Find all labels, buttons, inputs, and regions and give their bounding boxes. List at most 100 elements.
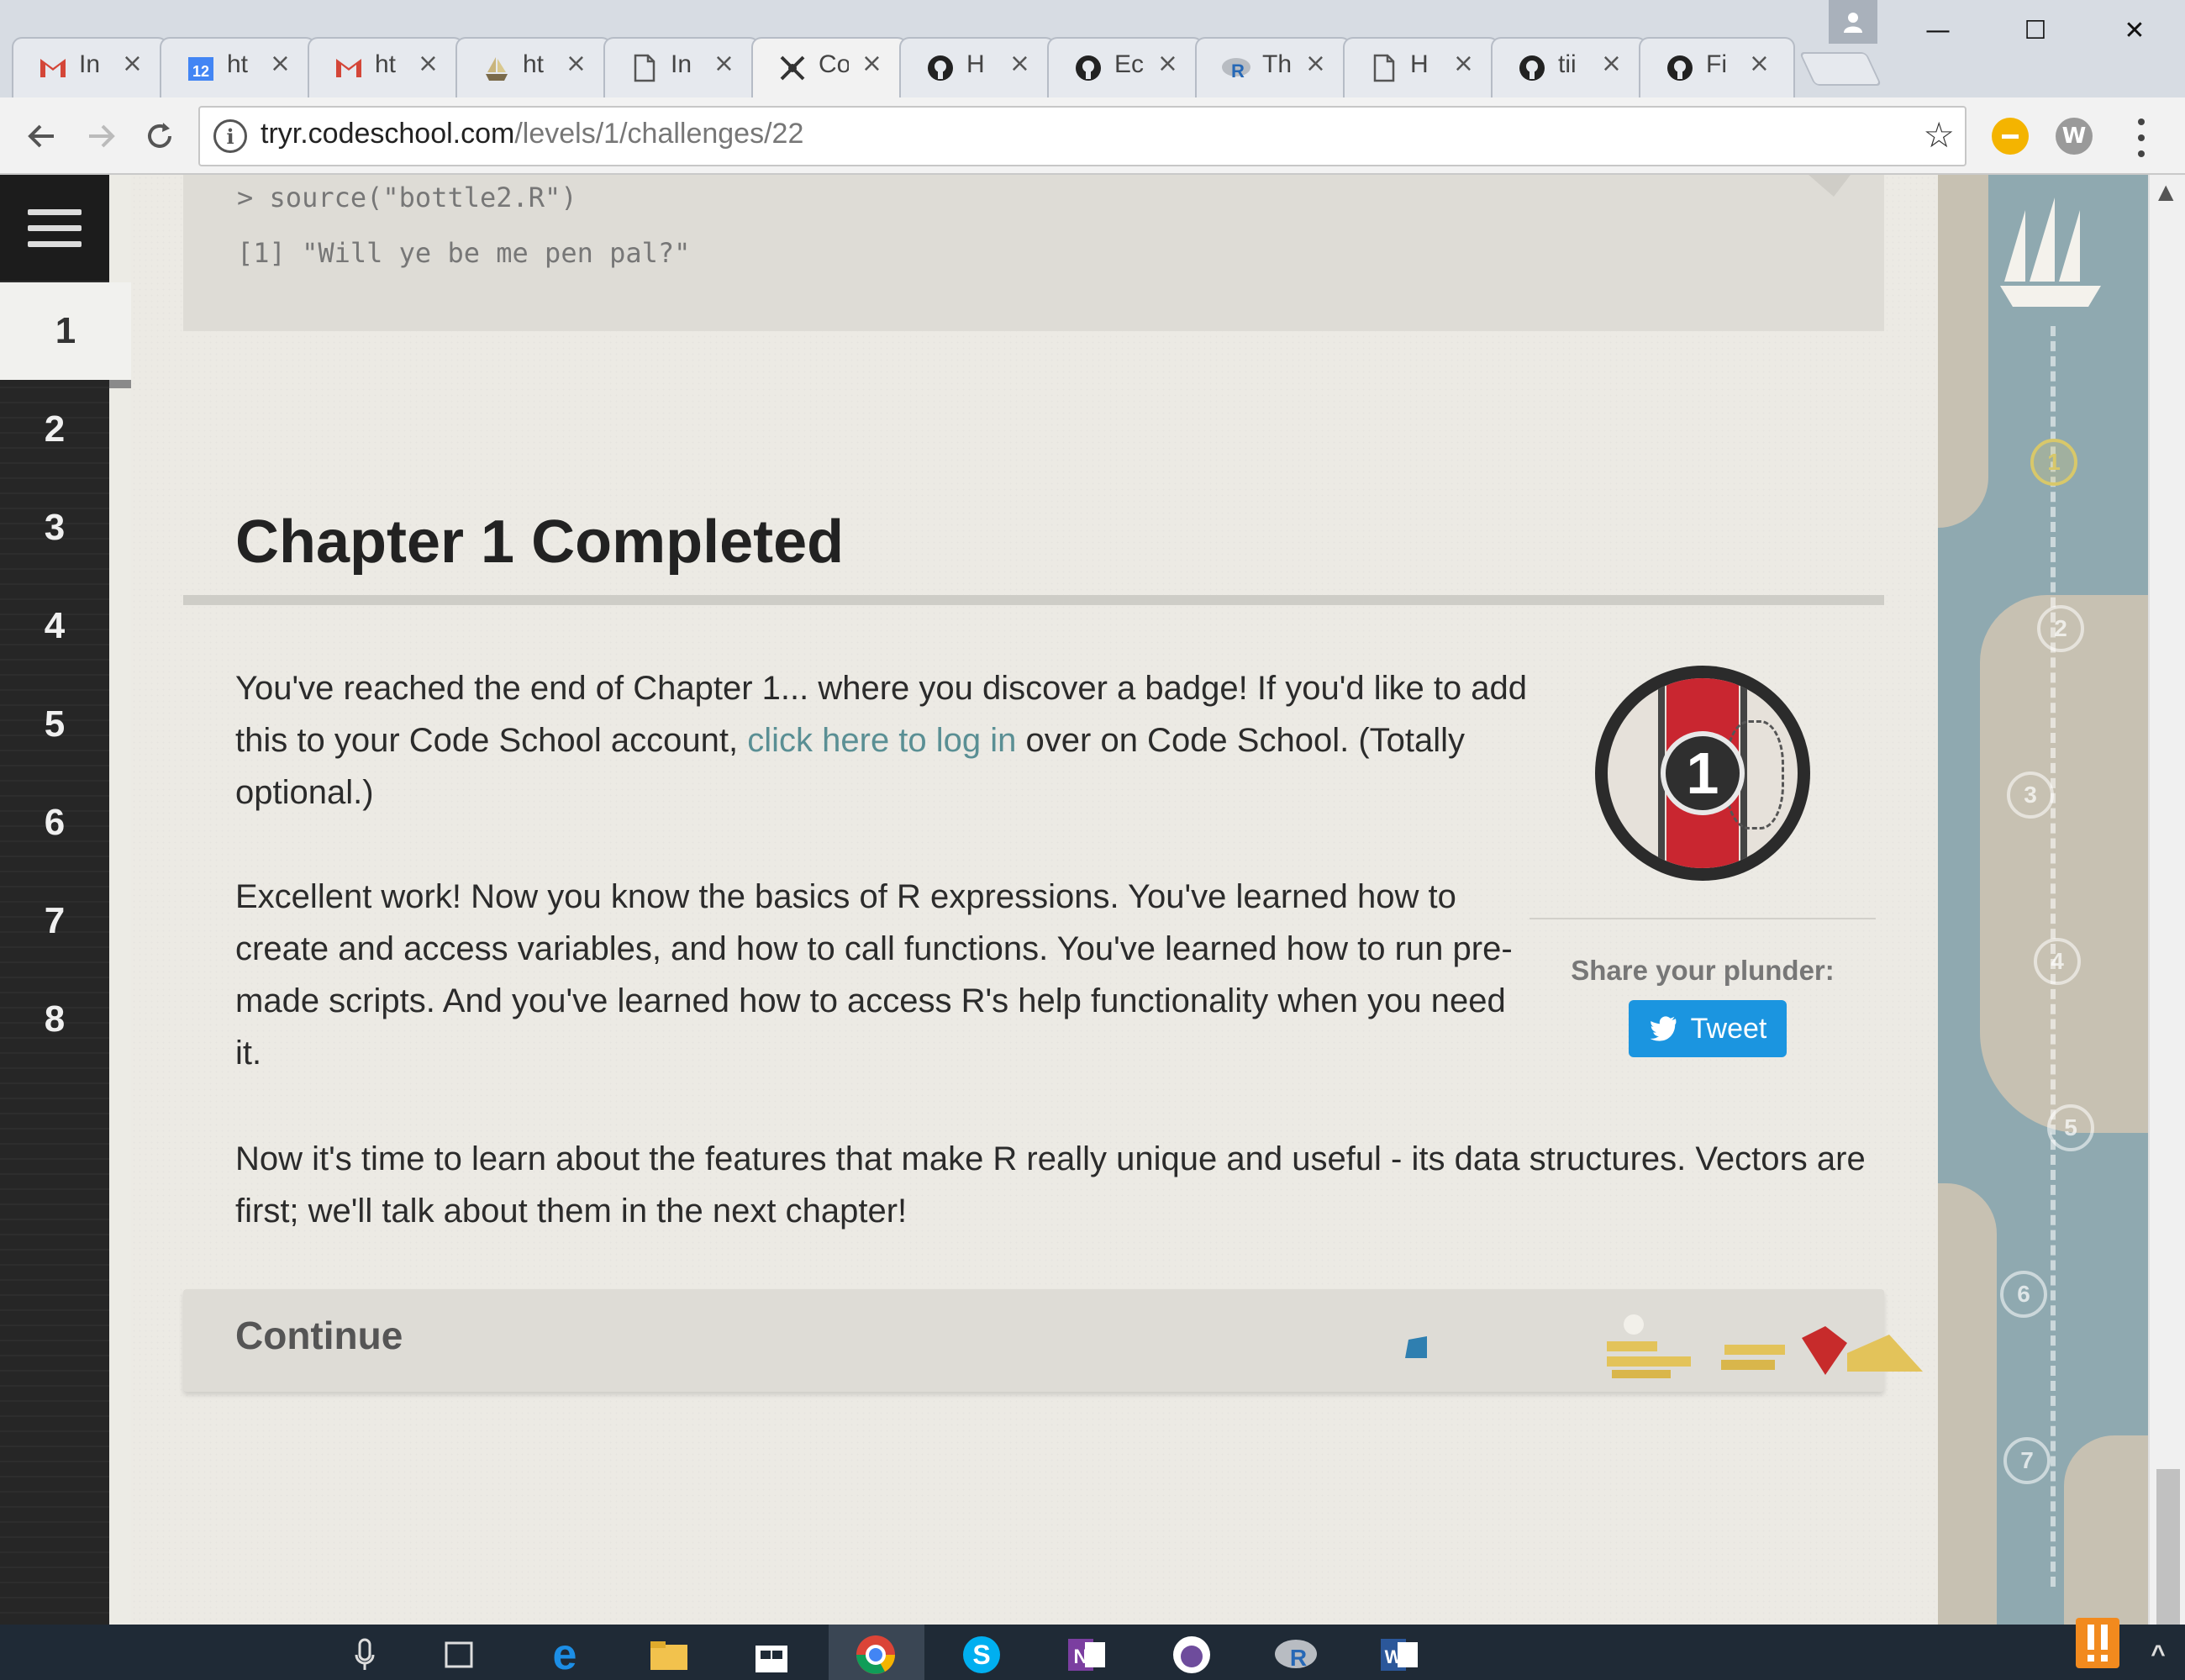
tab-close-icon[interactable]: × <box>1157 49 1178 78</box>
notification-alert-icon[interactable] <box>2072 1618 2119 1668</box>
document-icon <box>629 52 661 84</box>
svg-text:12: 12 <box>192 63 209 80</box>
browser-tab[interactable]: tii × <box>1491 37 1647 97</box>
continue-button[interactable]: Continue <box>183 1289 1923 1392</box>
forward-icon[interactable] <box>77 113 124 160</box>
github-icon <box>1664 52 1696 84</box>
github-desktop-icon[interactable] <box>1168 1631 1215 1678</box>
browser-tab[interactable]: 12 ht × <box>160 37 316 97</box>
map-node-2[interactable]: 2 <box>2037 605 2084 652</box>
browser-tab[interactable]: In × <box>12 37 168 97</box>
new-tab-button[interactable] <box>1798 52 1882 86</box>
browser-tab[interactable]: R Th × <box>1195 37 1351 97</box>
chevron-up-icon[interactable]: ^ <box>2135 1631 2182 1678</box>
extension-w-icon[interactable]: W <box>2056 118 2093 155</box>
url-text: tryr.codeschool.com/levels/1/challenges/… <box>261 118 804 150</box>
next-chapter-paragraph: Now it's time to learn about the feature… <box>235 1140 1866 1230</box>
skype-icon[interactable]: S <box>958 1631 1005 1678</box>
chapter-link-5[interactable]: 5 <box>0 676 109 773</box>
extension-minus-icon[interactable] <box>1992 118 2029 155</box>
console-line: > source("bottle2.R") <box>237 182 577 213</box>
chapter-sidebar: 12345678 <box>0 175 131 1625</box>
map-node-5[interactable]: 5 <box>2047 1104 2094 1151</box>
chrome-icon[interactable] <box>852 1631 899 1678</box>
r-console-icon[interactable]: R <box>1272 1631 1319 1678</box>
reload-icon[interactable] <box>136 113 183 160</box>
browser-tab[interactable]: H × <box>1343 37 1499 97</box>
continue-label: Continue <box>235 1314 403 1357</box>
tab-title: ht <box>375 50 397 78</box>
map-node-1[interactable]: 1 <box>2030 439 2077 486</box>
tab-close-icon[interactable]: × <box>713 49 734 78</box>
tab-close-icon[interactable]: × <box>1453 49 1474 78</box>
tab-close-icon[interactable]: × <box>122 49 143 78</box>
browser-menu-icon[interactable] <box>2131 114 2151 161</box>
tab-close-icon[interactable]: × <box>861 49 882 78</box>
map-node-7[interactable]: 7 <box>2003 1437 2051 1484</box>
maximize-button[interactable]: ☐ <box>2010 12 2061 49</box>
gmail-icon <box>333 52 365 84</box>
scroll-thumb[interactable] <box>2156 1469 2180 1625</box>
browser-tab[interactable]: Co × <box>751 37 908 97</box>
tab-title: ht <box>227 50 249 78</box>
onenote-icon[interactable]: N <box>1064 1631 1111 1678</box>
browser-tab[interactable]: Fi × <box>1639 37 1795 97</box>
chapter-link-6[interactable]: 6 <box>0 774 109 872</box>
browser-tab[interactable]: ht × <box>308 37 464 97</box>
login-link[interactable]: click here to log in <box>747 722 1016 759</box>
intro-paragraph: You've reached the end of Chapter 1... w… <box>235 662 1530 819</box>
tab-close-icon[interactable]: × <box>418 49 439 78</box>
file-explorer-icon[interactable] <box>645 1631 692 1678</box>
tweet-label: Tweet <box>1690 1012 1767 1045</box>
github-icon <box>1516 52 1548 84</box>
minimize-button[interactable]: — <box>1913 12 1963 49</box>
tab-close-icon[interactable]: × <box>1749 49 1770 78</box>
page-title: Chapter 1 Completed <box>235 508 845 576</box>
address-bar[interactable]: i tryr.codeschool.com/levels/1/challenge… <box>198 106 1966 166</box>
windows-taskbar: e S N R W ^ <box>0 1618 2185 1680</box>
bookmark-star-icon[interactable]: ☆ <box>1923 114 1955 155</box>
tab-close-icon[interactable]: × <box>270 49 291 78</box>
edge-icon[interactable]: e <box>541 1630 588 1679</box>
back-icon[interactable] <box>18 113 66 160</box>
codeschool-icon <box>777 52 808 84</box>
tab-close-icon[interactable]: × <box>1601 49 1622 78</box>
profile-icon[interactable] <box>1829 0 1877 44</box>
browser-tab[interactable]: ht × <box>455 37 612 97</box>
share-label: Share your plunder: <box>1571 955 1835 986</box>
store-icon[interactable] <box>748 1631 795 1678</box>
map-node-3[interactable]: 3 <box>2007 772 2054 819</box>
hamburger-menu-icon[interactable] <box>0 175 109 281</box>
browser-tab[interactable]: H × <box>899 37 1056 97</box>
chapter-link-8[interactable]: 8 <box>0 971 109 1068</box>
chapter-link-3[interactable]: 3 <box>0 479 109 577</box>
chapter-link-1[interactable]: 1 <box>0 282 131 388</box>
badge-divider <box>1530 918 1876 919</box>
browser-tab[interactable]: In × <box>603 37 760 97</box>
chapter-link-2[interactable]: 2 <box>0 381 109 478</box>
gmail-icon <box>37 52 69 84</box>
task-view-icon[interactable] <box>435 1631 482 1678</box>
close-window-button[interactable]: ✕ <box>2109 12 2160 49</box>
page-viewport: 12345678 > source("bottle2.R") [1] "Will… <box>0 175 2185 1625</box>
tab-title: ht <box>523 50 545 78</box>
tab-title: tii <box>1558 50 1577 78</box>
svg-text:N: N <box>1073 1646 1087 1668</box>
tab-close-icon[interactable]: × <box>566 49 587 78</box>
svg-text:R: R <box>1290 1645 1307 1671</box>
site-info-icon[interactable]: i <box>213 119 247 153</box>
scroll-up-icon[interactable]: ▲ <box>2158 180 2173 203</box>
chapter-link-4[interactable]: 4 <box>0 577 109 675</box>
tweet-button[interactable]: Tweet <box>1629 1000 1787 1057</box>
gold-bars-icon <box>1607 1314 1691 1378</box>
scrollbar[interactable]: ▲ <box>2148 175 2185 1625</box>
browser-tab[interactable]: Ec × <box>1047 37 1203 97</box>
word-icon[interactable]: W <box>1377 1631 1424 1678</box>
tab-close-icon[interactable]: × <box>1305 49 1326 78</box>
microphone-icon[interactable] <box>341 1631 388 1678</box>
chapter-link-7[interactable]: 7 <box>0 872 109 970</box>
map-node-6[interactable]: 6 <box>2000 1271 2047 1318</box>
tab-close-icon[interactable]: × <box>1009 49 1030 78</box>
github-icon <box>924 52 956 84</box>
map-node-4[interactable]: 4 <box>2034 938 2081 985</box>
